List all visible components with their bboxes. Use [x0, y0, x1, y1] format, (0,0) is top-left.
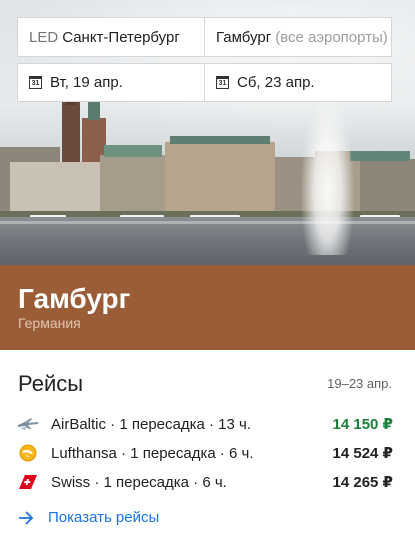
destination-title: Гамбург	[18, 283, 131, 314]
flight-row-swiss[interactable]: Swiss · 1 пересадка · 6 ч. 14 265 ₽	[0, 468, 415, 496]
departure-date: Вт, 19 апр.	[50, 74, 123, 91]
flights-dates: 19–23 апр.	[327, 376, 392, 391]
flight-price: 14 150 ₽	[332, 416, 393, 433]
destination-country: Германия	[18, 315, 81, 331]
flights-heading: Рейсы	[18, 371, 84, 396]
flight-description: Swiss · 1 пересадка · 6 ч.	[51, 474, 227, 491]
flight-price: 14 524 ₽	[332, 445, 393, 462]
flight-price: 14 265 ₽	[332, 474, 393, 491]
swiss-logo-icon	[17, 473, 39, 491]
destination-hint: (все аэропорты)	[275, 28, 388, 46]
destination-city: Гамбург	[216, 28, 272, 46]
flight-row-lufthansa[interactable]: Lufthansa · 1 пересадка · 6 ч. 14 524 ₽	[0, 439, 415, 467]
airline-name: Swiss	[51, 473, 91, 491]
lufthansa-logo-icon	[17, 444, 39, 462]
flight-description: Lufthansa · 1 пересадка · 6 ч.	[51, 445, 254, 462]
show-flights-label: Показать рейсы	[48, 509, 160, 526]
departure-date-field[interactable]: 31 Вт, 19 апр.	[17, 63, 205, 102]
origin-city: Санкт-Петербург	[62, 28, 180, 46]
arrow-right-icon	[19, 510, 34, 525]
destination-field[interactable]: Гамбург (все аэропорты)	[204, 17, 392, 57]
flight-details: · 1 пересадка · 6 ч.	[116, 444, 254, 462]
origin-field[interactable]: LED Санкт-Петербург	[17, 17, 205, 57]
show-flights-link[interactable]: Показать рейсы	[18, 509, 159, 526]
airline-name: AirBaltic	[51, 415, 107, 433]
flight-row-airbaltic[interactable]: AirBaltic · 1 пересадка · 13 ч. 14 150 ₽	[0, 410, 415, 438]
origin-code: LED	[29, 28, 59, 46]
calendar-icon: 31	[29, 76, 42, 89]
return-date-field[interactable]: 31 Сб, 23 апр.	[204, 63, 392, 102]
flight-description: AirBaltic · 1 пересадка · 13 ч.	[51, 416, 251, 433]
flight-details: · 1 пересадка · 13 ч.	[106, 415, 251, 433]
airline-name: Lufthansa	[51, 444, 117, 462]
flight-details: · 1 пересадка · 6 ч.	[90, 473, 227, 491]
destination-banner[interactable]: Гамбург Германия	[0, 265, 415, 350]
airbaltic-logo-icon	[17, 415, 39, 433]
calendar-icon: 31	[216, 76, 229, 89]
return-date: Сб, 23 апр.	[237, 74, 315, 91]
